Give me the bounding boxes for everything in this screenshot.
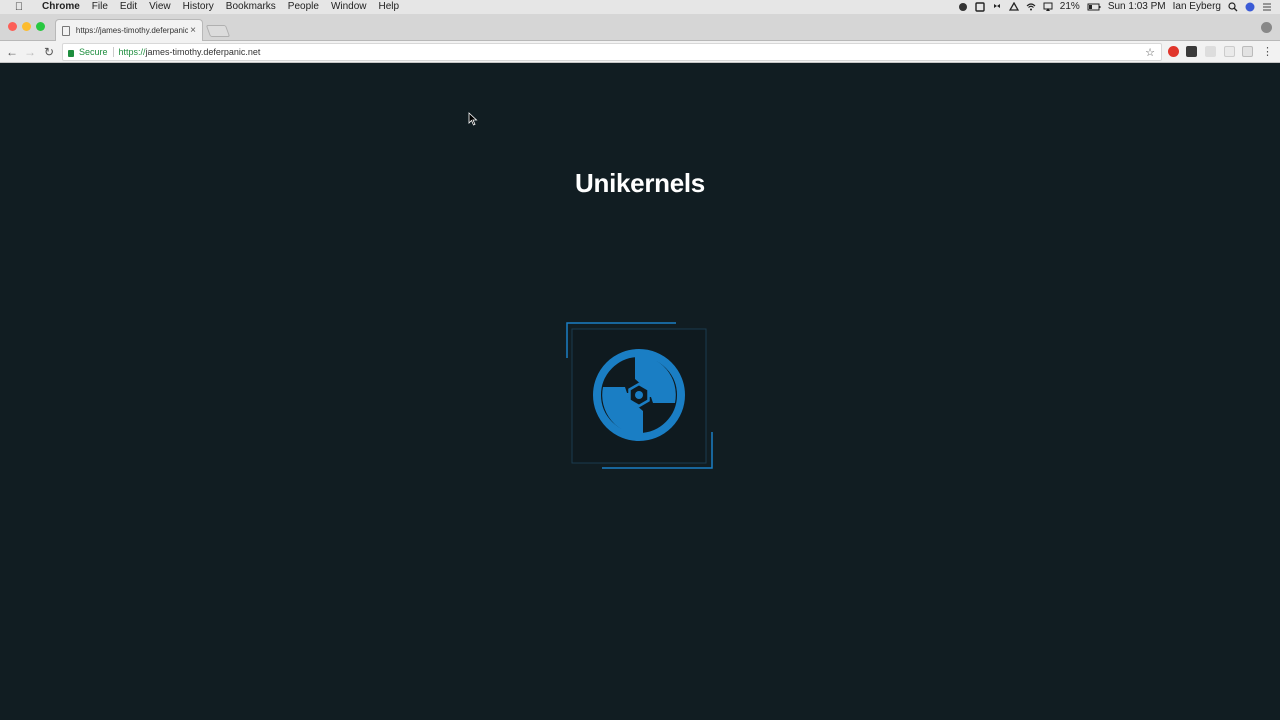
extension-icon[interactable] xyxy=(1242,46,1253,57)
mouse-cursor-icon xyxy=(468,112,478,126)
menu-bar:  Chrome File Edit View History Bookmark… xyxy=(0,0,1280,14)
new-tab-button[interactable] xyxy=(205,25,231,37)
extension-icon[interactable] xyxy=(1205,46,1216,57)
reload-button[interactable]: ↻ xyxy=(41,44,57,60)
spotlight-icon[interactable] xyxy=(1228,2,1238,12)
apple-menu-icon[interactable]:  xyxy=(12,1,26,13)
menu-bookmarks[interactable]: Bookmarks xyxy=(220,0,282,14)
address-bar[interactable]: Secure https:// james-timothy.deferpanic… xyxy=(62,43,1162,61)
wifi-icon[interactable] xyxy=(1026,2,1036,12)
url-host: james-timothy.deferpanic.net xyxy=(145,47,261,57)
profile-icon[interactable] xyxy=(1261,22,1272,33)
tab-close-button[interactable]: × xyxy=(190,25,196,36)
user-name[interactable]: Ian Eyberg xyxy=(1173,0,1221,14)
menu-history[interactable]: History xyxy=(177,0,220,14)
tab-active[interactable]: https://james-timothy.deferpanic.net × xyxy=(55,19,203,41)
pocket-icon[interactable] xyxy=(975,2,985,12)
forward-button[interactable]: → xyxy=(22,44,38,60)
battery-percent: 21% xyxy=(1059,1,1080,12)
menu-people[interactable]: People xyxy=(282,0,325,14)
window-minimize-button[interactable] xyxy=(22,22,31,31)
browser-toolbar: ← → ↻ Secure https:// james-timothy.defe… xyxy=(0,41,1280,63)
menu-window[interactable]: Window xyxy=(325,0,373,14)
page-title: Unikernels xyxy=(575,168,705,198)
menu-view[interactable]: View xyxy=(143,0,177,14)
menu-help[interactable]: Help xyxy=(373,0,406,14)
bookmark-star-icon[interactable]: ☆ xyxy=(1145,46,1155,59)
creative-cloud-icon[interactable] xyxy=(958,2,968,12)
window-close-button[interactable] xyxy=(8,22,17,31)
tab-strip: https://james-timothy.deferpanic.net × xyxy=(0,14,1280,41)
tab-title: https://james-timothy.deferpanic.net xyxy=(75,26,189,35)
page-content: Unikernels xyxy=(0,64,1280,720)
siri-icon[interactable] xyxy=(1245,2,1255,12)
chart-extension-icon[interactable] xyxy=(1186,46,1197,57)
notification-center-icon[interactable] xyxy=(1262,2,1272,12)
drive-icon[interactable] xyxy=(1008,1,1019,12)
menu-file[interactable]: File xyxy=(86,0,114,14)
battery-icon[interactable] xyxy=(1087,2,1101,12)
url-scheme: https:// xyxy=(118,47,146,57)
deferpanic-logo-icon xyxy=(566,322,714,470)
menu-edit[interactable]: Edit xyxy=(114,0,143,14)
omnibox-separator xyxy=(112,47,114,57)
clock[interactable]: Sun 1:03 PM xyxy=(1108,0,1166,14)
airplay-icon[interactable] xyxy=(1043,2,1053,12)
adblock-extension-icon[interactable] xyxy=(1168,46,1179,57)
dropbox-icon[interactable] xyxy=(992,2,1002,12)
page-icon xyxy=(62,25,70,36)
secure-label[interactable]: Secure xyxy=(79,47,108,57)
lock-icon[interactable] xyxy=(68,49,74,57)
status-tray: 21% Sun 1:03 PM Ian Eyberg xyxy=(958,0,1272,14)
menu-app-name[interactable]: Chrome xyxy=(36,0,86,14)
extension-icon[interactable] xyxy=(1224,46,1235,57)
back-button[interactable]: ← xyxy=(4,44,20,60)
chrome-menu-button[interactable]: ⋮ xyxy=(1262,45,1273,58)
window-zoom-button[interactable] xyxy=(36,22,45,31)
